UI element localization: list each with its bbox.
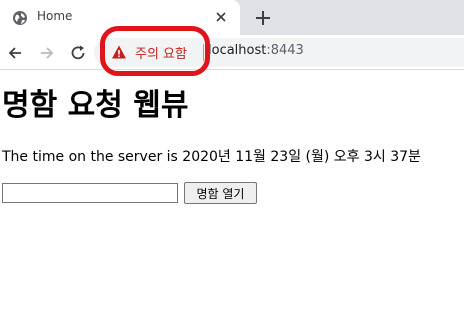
url-text[interactable]: localhost:8443 bbox=[208, 43, 304, 58]
plus-icon[interactable] bbox=[253, 8, 273, 28]
globe-icon bbox=[13, 11, 27, 25]
url-host: localhost bbox=[208, 43, 267, 58]
url-port: :8443 bbox=[266, 43, 304, 58]
reload-icon[interactable] bbox=[68, 43, 88, 63]
server-time-text: The time on the server is 2020년 11월 23일 … bbox=[2, 149, 421, 165]
arrow-right-icon[interactable] bbox=[37, 43, 57, 63]
tab-strip: Home bbox=[0, 0, 464, 35]
close-icon[interactable] bbox=[214, 10, 228, 24]
highlight-ring bbox=[100, 26, 210, 76]
open-card-button[interactable]: 명함 열기 bbox=[184, 182, 257, 204]
arrow-left-icon[interactable] bbox=[5, 43, 25, 63]
name-input[interactable] bbox=[2, 183, 178, 203]
tab-title: Home bbox=[37, 9, 73, 23]
browser-toolbar: 주의 요함 localhost:8443 bbox=[0, 35, 464, 70]
page-title: 명함 요청 웹뷰 bbox=[2, 88, 189, 123]
